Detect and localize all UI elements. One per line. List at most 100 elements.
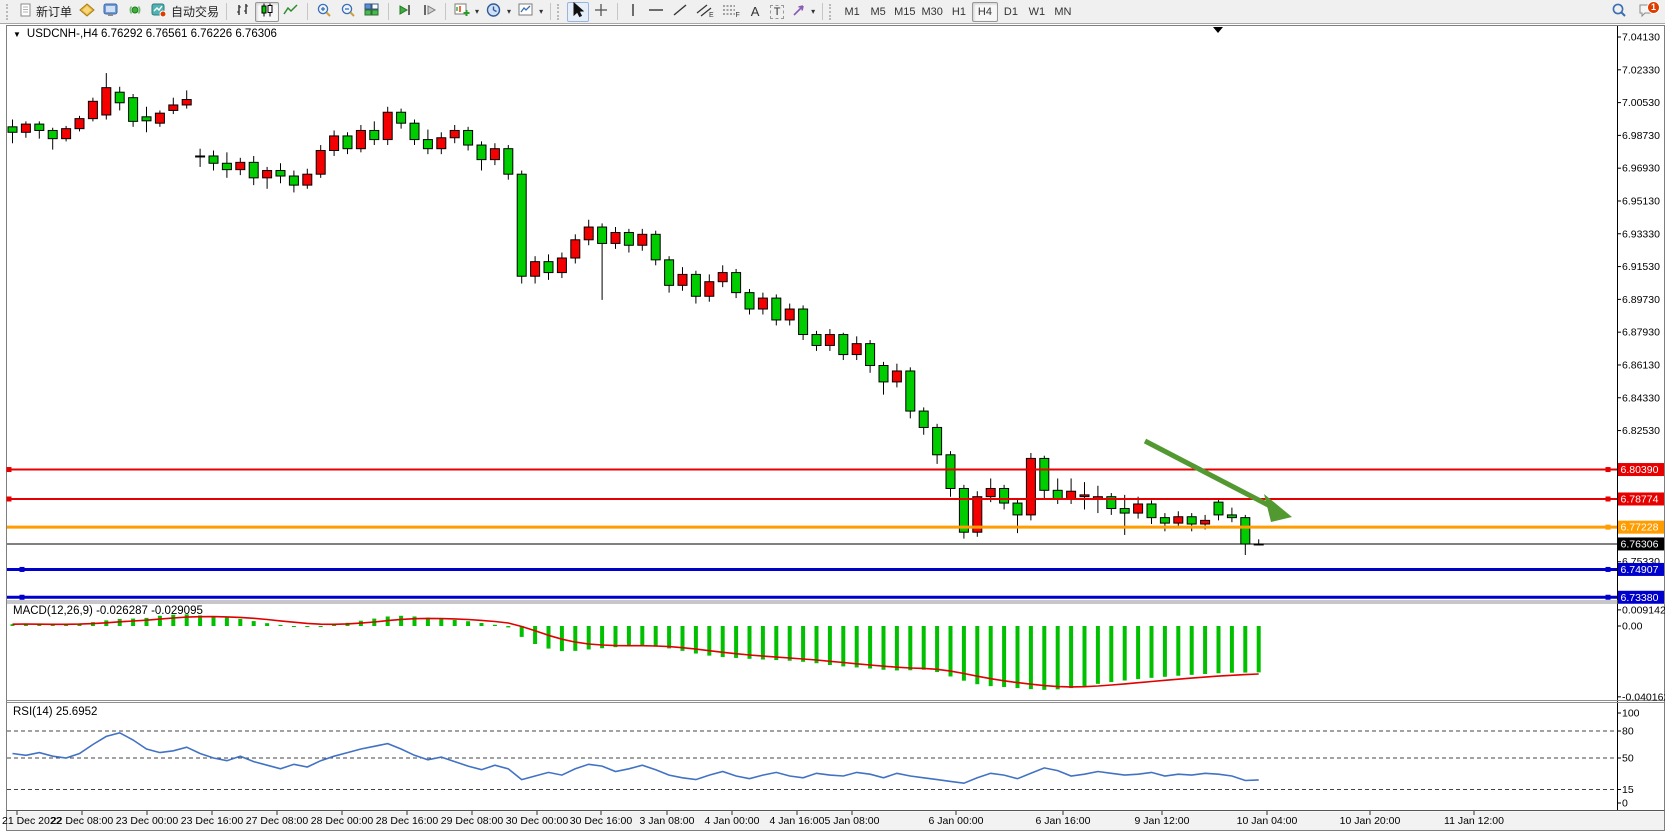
fibonacci-tool-button[interactable]: F bbox=[718, 2, 744, 22]
macd-histogram-bar bbox=[573, 626, 577, 651]
candle-down bbox=[1241, 518, 1250, 544]
macd-histogram-bar bbox=[1150, 626, 1154, 678]
price-tick-label: 6.93330 bbox=[1622, 228, 1660, 240]
signals-button[interactable] bbox=[123, 2, 147, 22]
market-watch-icon bbox=[102, 2, 120, 21]
candle-up bbox=[437, 138, 446, 149]
price-tick-label: 7.04130 bbox=[1622, 32, 1660, 44]
macd-histogram-bar bbox=[841, 626, 845, 666]
timeframe-button-m15[interactable]: M15 bbox=[891, 2, 918, 22]
macd-histogram-bar bbox=[788, 626, 792, 661]
candle-up bbox=[1134, 504, 1143, 513]
candle-down bbox=[8, 127, 17, 132]
candle-chart-button[interactable] bbox=[255, 2, 279, 22]
toolbar-grip[interactable] bbox=[829, 4, 836, 20]
price-tick-label: 7.02330 bbox=[1622, 64, 1660, 76]
price-tick-label: 6.87930 bbox=[1622, 327, 1660, 339]
candle-up bbox=[531, 262, 540, 277]
rsi-label: RSI(14) 25.6952 bbox=[13, 706, 97, 718]
candle-up bbox=[1201, 520, 1210, 524]
candle-down bbox=[504, 149, 513, 175]
line-handle bbox=[1606, 467, 1611, 472]
time-tick-label: 10 Jan 20:00 bbox=[1340, 815, 1401, 827]
templates-button[interactable]: ▾ bbox=[514, 2, 546, 22]
text-label-tool-button[interactable]: T bbox=[766, 2, 788, 22]
vertical-line-tool-button[interactable] bbox=[622, 2, 644, 22]
candle-up bbox=[718, 273, 727, 282]
zoom-in-button[interactable] bbox=[312, 2, 336, 22]
cursor-tool-button[interactable] bbox=[567, 2, 589, 22]
dropdown-caret-icon: ▾ bbox=[507, 7, 511, 16]
candle-down bbox=[946, 455, 955, 489]
time-tick-label: 6 Jan 16:00 bbox=[1036, 815, 1091, 827]
auto-trading-label: 自动交易 bbox=[171, 3, 219, 20]
periods-button[interactable]: ▾ bbox=[482, 2, 514, 22]
time-tick-label: 6 Jan 00:00 bbox=[929, 815, 984, 827]
timeframe-button-w1[interactable]: W1 bbox=[1024, 2, 1050, 22]
dropdown-caret-icon: ▾ bbox=[811, 7, 815, 16]
toolbar-grip[interactable] bbox=[557, 4, 564, 20]
new-chart-button[interactable]: ▾ bbox=[450, 2, 482, 22]
chart-shift-button[interactable] bbox=[417, 2, 441, 22]
svg-text:E: E bbox=[709, 12, 714, 18]
macd-histogram-bar bbox=[882, 626, 886, 670]
candle-up bbox=[330, 136, 339, 151]
line-chart-button[interactable] bbox=[279, 2, 303, 22]
candle-down bbox=[624, 233, 633, 246]
candle-up bbox=[303, 174, 312, 185]
chart-shift-icon bbox=[420, 2, 438, 21]
timeframe-button-h4[interactable]: H4 bbox=[972, 2, 998, 22]
time-tick-label: 4 Jan 16:00 bbox=[770, 815, 825, 827]
auto-trading-button[interactable]: 自动交易 bbox=[147, 2, 222, 22]
auto-scroll-button[interactable] bbox=[393, 2, 417, 22]
tile-windows-button[interactable] bbox=[360, 2, 384, 22]
macd-histogram-bar bbox=[480, 623, 484, 626]
chart-title: ▼ USDCNH-,H4 6.76292 6.76561 6.76226 6.7… bbox=[13, 28, 277, 40]
trendline-icon bbox=[671, 2, 689, 21]
trendline-tool-button[interactable] bbox=[668, 2, 692, 22]
macd-histogram-bar bbox=[1109, 626, 1113, 682]
candle-down bbox=[115, 92, 124, 103]
zoom-out-button[interactable] bbox=[336, 2, 360, 22]
arrows-tool-icon bbox=[791, 2, 807, 21]
horizontal-line-tool-button[interactable] bbox=[644, 2, 668, 22]
timeframe-button-m5[interactable]: M5 bbox=[865, 2, 891, 22]
candle-down bbox=[866, 344, 875, 366]
candle-up bbox=[102, 88, 111, 115]
toolbar-grip[interactable] bbox=[6, 4, 13, 20]
templates-icon bbox=[517, 2, 535, 21]
new-order-button[interactable]: 新订单 bbox=[16, 2, 75, 22]
crosshair-tool-button[interactable] bbox=[589, 2, 613, 22]
candle-up bbox=[584, 227, 593, 240]
time-tick-label: 28 Dec 00:00 bbox=[311, 815, 374, 827]
timeframe-button-mn[interactable]: MN bbox=[1050, 2, 1076, 22]
timeframe-button-m1[interactable]: M1 bbox=[839, 2, 865, 22]
new-chart-icon bbox=[453, 2, 471, 21]
candle-up bbox=[785, 309, 794, 320]
candle-up bbox=[678, 274, 687, 285]
timeframe-button-m30[interactable]: M30 bbox=[919, 2, 946, 22]
bar-chart-button[interactable] bbox=[231, 2, 255, 22]
line-handle bbox=[20, 595, 25, 600]
equidistant-channel-icon: E bbox=[695, 2, 715, 21]
chart-frame bbox=[7, 26, 1665, 831]
toolbar-separator bbox=[307, 3, 308, 20]
timeframe-button-h1[interactable]: H1 bbox=[946, 2, 972, 22]
equidistant-channel-tool-button[interactable]: E bbox=[692, 2, 718, 22]
gold-diamond-button[interactable] bbox=[75, 2, 99, 22]
text-tool-button[interactable]: A bbox=[744, 2, 766, 22]
macd-scale-label: 0.009142 bbox=[1622, 604, 1665, 616]
search-button[interactable] bbox=[1607, 2, 1631, 22]
arrows-tool-button[interactable]: ▾ bbox=[788, 2, 818, 22]
timeframe-button-d1[interactable]: D1 bbox=[998, 2, 1024, 22]
timeframe-group: M1M5M15M30H1H4D1W1MN bbox=[839, 2, 1076, 22]
candle-down bbox=[289, 176, 298, 185]
candle-up bbox=[1080, 495, 1089, 497]
macd-histogram-bar bbox=[158, 616, 162, 626]
candle-down bbox=[799, 309, 808, 335]
notifications-button[interactable]: 1 bbox=[1631, 2, 1661, 22]
candle-up bbox=[356, 130, 365, 148]
market-watch-button[interactable] bbox=[99, 2, 123, 22]
collapse-caret-icon[interactable]: ▼ bbox=[13, 30, 21, 39]
chart-canvas[interactable]: 7.041307.023307.005306.987306.969306.951… bbox=[0, 24, 1665, 831]
